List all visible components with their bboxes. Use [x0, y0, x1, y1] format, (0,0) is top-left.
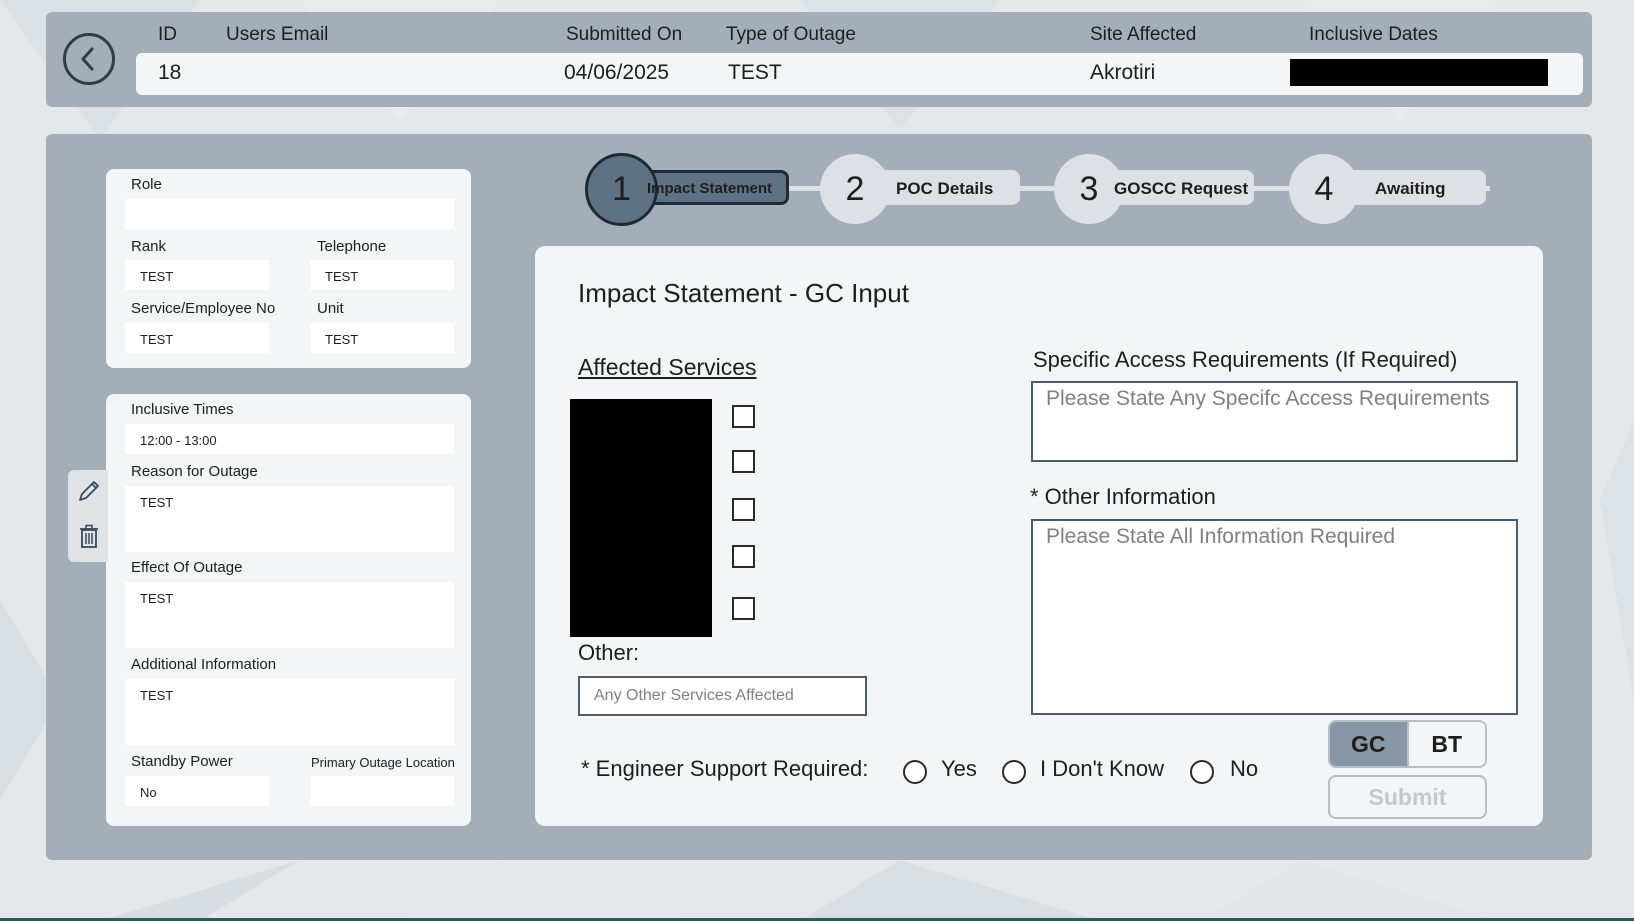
access-requirements-input[interactable]: Please State Any Specifc Access Requirem… [1031, 381, 1518, 462]
header-col-email: Users Email [226, 24, 329, 45]
header-col-submitted: Submitted On [566, 24, 683, 45]
service-checkbox-4[interactable] [732, 545, 755, 568]
service-no-field[interactable]: TEST [125, 323, 269, 353]
effect-field[interactable]: TEST [125, 582, 454, 648]
toggle-gc[interactable]: GC [1330, 722, 1407, 766]
reason-label: Reason for Outage [131, 463, 258, 480]
header-col-type: Type of Outage [726, 24, 856, 45]
additional-field[interactable]: TEST [125, 679, 454, 745]
role-label: Role [131, 176, 162, 193]
step-1-label: Impact Statement [647, 180, 773, 197]
radio-dont-know[interactable] [1002, 760, 1026, 784]
role-field[interactable] [125, 199, 454, 229]
service-checkbox-1[interactable] [732, 405, 755, 428]
step-3-label: GOSCC Request [1114, 179, 1249, 198]
radio-no[interactable] [1190, 760, 1214, 784]
location-field[interactable] [310, 776, 454, 806]
header-col-dates: Inclusive Dates [1309, 24, 1438, 45]
other-information-input[interactable]: Please State All Information Required [1031, 519, 1518, 715]
trash-icon [80, 524, 98, 548]
unit-field[interactable]: TEST [310, 323, 454, 353]
header-submitted-value: 04/06/2025 [564, 61, 670, 84]
step-4-label: Awaiting [1375, 179, 1446, 198]
toggle-bt[interactable]: BT [1408, 722, 1485, 766]
radio-dont-know-label: I Don't Know [1040, 756, 1165, 781]
additional-label: Additional Information [131, 656, 277, 673]
radio-no-label: No [1230, 756, 1259, 781]
rank-label: Rank [131, 238, 167, 255]
service-no-label: Service/Employee No [131, 300, 276, 317]
access-requirements-label: Specific Access Requirements (If Require… [1033, 347, 1458, 372]
gc-bt-toggle[interactable]: GC BT [1328, 720, 1487, 768]
other-label: Other: [578, 640, 640, 665]
telephone-label: Telephone [317, 238, 387, 255]
chevron-left-icon [81, 47, 94, 71]
header-col-id: ID [158, 24, 177, 45]
submit-button[interactable]: Submit [1328, 775, 1487, 819]
redacted-services-list [570, 399, 712, 637]
header-site-value: Akrotiri [1090, 61, 1156, 84]
effect-label: Effect Of Outage [131, 559, 243, 576]
radio-yes[interactable] [903, 760, 927, 784]
other-information-label: * Other Information [1030, 484, 1216, 509]
header-id-value: 18 [158, 61, 182, 84]
panel-title: Impact Statement - GC Input [578, 278, 909, 308]
other-services-input[interactable]: Any Other Services Affected [578, 676, 867, 716]
service-checkbox-3[interactable] [732, 498, 755, 521]
pencil-icon [79, 481, 99, 501]
header-type-value: TEST [728, 61, 782, 84]
times-field[interactable]: 12:00 - 13:00 [125, 424, 454, 454]
back-button[interactable] [63, 33, 115, 85]
times-label: Inclusive Times [131, 401, 234, 418]
step-4-circle[interactable]: 4 [1289, 154, 1359, 224]
service-checkbox-5[interactable] [732, 597, 755, 620]
rank-field[interactable]: TEST [125, 260, 269, 290]
standby-label: Standby Power [131, 753, 233, 770]
step-2-label: POC Details [896, 179, 994, 198]
header-col-site: Site Affected [1090, 24, 1197, 45]
delete-button[interactable] [76, 523, 102, 549]
step-2-circle[interactable]: 2 [820, 154, 890, 224]
affected-services-heading: Affected Services [578, 354, 757, 380]
radio-yes-label: Yes [941, 756, 977, 781]
reason-field[interactable]: TEST [125, 486, 454, 552]
redacted-dates [1290, 59, 1548, 86]
unit-label: Unit [317, 300, 344, 317]
engineer-support-label: * Engineer Support Required: [581, 756, 869, 781]
telephone-field[interactable]: TEST [310, 260, 454, 290]
service-checkbox-2[interactable] [732, 450, 755, 473]
standby-field[interactable]: No [125, 776, 269, 806]
location-label: Primary Outage Location [311, 755, 455, 770]
edit-button[interactable] [76, 478, 102, 504]
